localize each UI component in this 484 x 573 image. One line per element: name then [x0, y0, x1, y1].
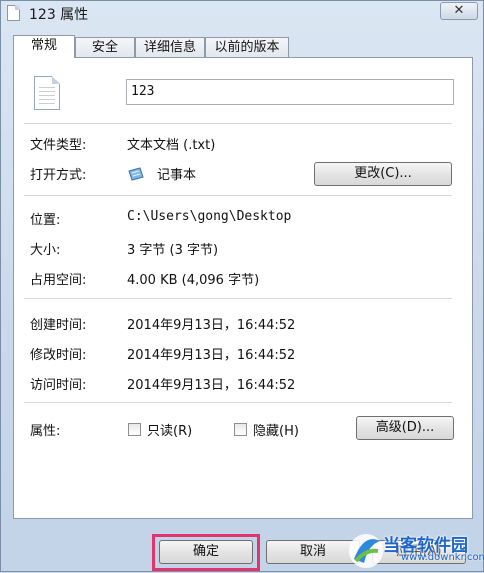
- properties-dialog: 123 属性 ✕ 常规 安全 详细信息 以前的版本 123 文件类型: 文本文档…: [0, 0, 484, 572]
- file-type-label: 文件类型:: [30, 138, 87, 153]
- hidden-label: 隐藏(H): [253, 424, 299, 439]
- size-label: 大小:: [30, 243, 61, 258]
- notepad-icon: [128, 167, 144, 181]
- modified-label: 修改时间:: [30, 348, 87, 363]
- title-bar: 123 属性 ✕: [1, 1, 483, 27]
- close-icon: ✕: [453, 3, 465, 18]
- tab-security[interactable]: 安全: [75, 37, 135, 57]
- file-icon: [7, 5, 20, 21]
- created-label: 创建时间:: [30, 318, 87, 333]
- readonly-checkbox[interactable]: [128, 423, 141, 436]
- tab-details[interactable]: 详细信息: [135, 37, 205, 57]
- text-file-icon: [34, 76, 60, 110]
- divider: [24, 298, 452, 299]
- window-title: 123 属性: [29, 7, 89, 23]
- size-value: 3 字节 (3 字节): [127, 243, 219, 258]
- accessed-value: 2014年9月13日，16:44:52: [127, 378, 296, 393]
- advanced-button[interactable]: 高级(D)...: [356, 416, 454, 440]
- location-label: 位置:: [30, 213, 61, 228]
- file-type-value: 文本文档 (.txt): [127, 138, 216, 153]
- size-on-disk-value: 4.00 KB (4,096 字节): [127, 273, 260, 288]
- location-value: C:\Users\gong\Desktop: [127, 209, 292, 224]
- divider: [24, 402, 452, 403]
- tab-general[interactable]: 常规: [13, 35, 75, 58]
- created-value: 2014年9月13日，16:44:52: [127, 318, 296, 333]
- close-button[interactable]: ✕: [440, 2, 478, 20]
- tab-previous-versions[interactable]: 以前的版本: [205, 37, 289, 57]
- opens-with-value: 记事本: [157, 168, 197, 183]
- divider: [24, 195, 452, 196]
- ok-button-highlight: [152, 534, 260, 571]
- general-panel: 123 文件类型: 文本文档 (.txt) 打开方式: 记事本 更改(C)...…: [13, 57, 473, 519]
- hidden-checkbox[interactable]: [234, 423, 247, 436]
- accessed-label: 访问时间:: [30, 378, 87, 393]
- change-button[interactable]: 更改(C)...: [314, 162, 452, 186]
- file-name-field[interactable]: 123: [126, 79, 454, 105]
- size-on-disk-label: 占用空间:: [30, 273, 87, 288]
- attributes-label: 属性:: [30, 424, 61, 439]
- readonly-label: 只读(R): [147, 424, 193, 439]
- opens-with-label: 打开方式:: [30, 168, 87, 183]
- watermark-url: www.downkr.com: [401, 552, 484, 563]
- divider: [24, 123, 452, 124]
- modified-value: 2014年9月13日，16:44:52: [127, 348, 296, 363]
